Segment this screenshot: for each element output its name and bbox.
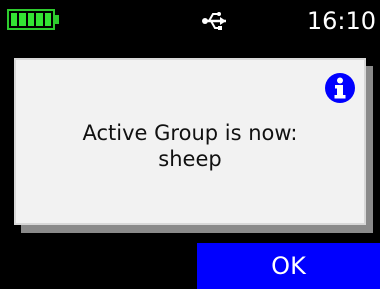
info-dialog: Active Group is now: sheep <box>14 58 366 225</box>
dialog-message: Active Group is now: sheep <box>16 120 364 172</box>
battery-tip <box>55 15 59 24</box>
battery-cell <box>19 13 26 26</box>
battery-cell <box>27 13 35 26</box>
battery-cell <box>44 13 52 26</box>
dialog-message-line2: sheep <box>158 147 222 171</box>
battery-cell <box>36 13 43 26</box>
usb-icon <box>202 12 226 30</box>
info-icon <box>325 73 355 103</box>
status-bar: 16:10 <box>0 0 380 42</box>
ok-button[interactable]: OK <box>197 243 380 289</box>
clock: 16:10 <box>306 7 376 35</box>
battery-icon <box>7 9 55 30</box>
battery-cell <box>11 13 18 26</box>
dialog-message-line1: Active Group is now: <box>82 121 298 145</box>
